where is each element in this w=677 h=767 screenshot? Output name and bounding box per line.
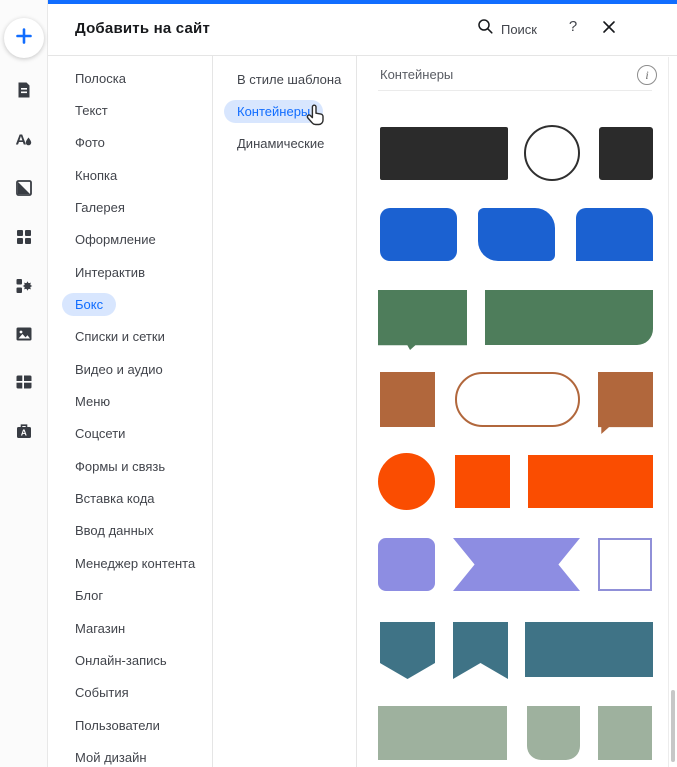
menu-item-списки-и-сетки[interactable]: Списки и сетки xyxy=(48,321,212,353)
menu-item-label: Видео и аудио xyxy=(75,361,163,377)
container-blue-rounded-rectangle[interactable] xyxy=(380,208,457,261)
container-teal-rectangle[interactable] xyxy=(525,622,653,677)
info-icon[interactable]: i xyxy=(637,65,657,85)
add-elements-button[interactable] xyxy=(4,18,44,58)
container-dark-square[interactable] xyxy=(599,127,653,180)
container-orange-circle[interactable] xyxy=(378,453,435,510)
menu-item-галерея[interactable]: Галерея xyxy=(48,191,212,223)
submenu-item-контейнеры[interactable]: Контейнеры xyxy=(213,95,356,127)
container-outline-circle[interactable] xyxy=(524,125,580,181)
menu-item-label: Интерактив xyxy=(75,264,145,280)
container-sage-square[interactable] xyxy=(598,706,652,760)
menu-item-label: Магазин xyxy=(75,620,126,636)
container-sage-rounded-bottom-square[interactable] xyxy=(527,706,580,760)
submenu-item-label: Динамические xyxy=(237,136,325,152)
submenu-item-в-стиле-шаблона[interactable]: В стиле шаблона xyxy=(213,63,356,95)
search-icon xyxy=(477,18,494,40)
container-orange-rectangle[interactable] xyxy=(528,455,653,508)
menu-item-видео-и-аудио[interactable]: Видео и аудио xyxy=(48,353,212,385)
container-dark-rectangle[interactable] xyxy=(380,127,508,180)
menu-item-label: Формы и связь xyxy=(75,458,166,474)
menu-item-мой-дизайн[interactable]: Мой дизайн xyxy=(48,741,212,767)
menu-item-интерактив[interactable]: Интерактив xyxy=(48,256,212,288)
container-purple-outline-square[interactable] xyxy=(598,538,652,591)
container-brown-speech-square[interactable] xyxy=(598,372,653,434)
scrollbar-track xyxy=(668,57,669,767)
container-purple-rounded-square[interactable] xyxy=(378,538,435,591)
menu-item-label: Галерея xyxy=(75,200,125,216)
menu-item-полоска[interactable]: Полоска xyxy=(48,62,212,94)
container-brown-square[interactable] xyxy=(380,372,435,427)
panel-title: Добавить на сайт xyxy=(75,20,211,37)
menu-item-label: Вставка кода xyxy=(75,491,155,507)
container-green-rectangle-rounded-corner[interactable] xyxy=(485,290,653,345)
menu-item-label: Ввод данных xyxy=(75,523,154,539)
menu-item-label: Текст xyxy=(75,103,108,119)
menu-item-оформление[interactable]: Оформление xyxy=(48,224,212,256)
container-sage-rectangle[interactable] xyxy=(378,706,507,760)
media-image-icon[interactable] xyxy=(14,324,34,344)
menu-item-меню[interactable]: Меню xyxy=(48,385,212,417)
menu-item-label: Бокс xyxy=(62,293,117,317)
menu-item-label: Фото xyxy=(75,135,105,151)
media-contrast-icon[interactable] xyxy=(14,178,34,198)
page-document-icon[interactable] xyxy=(14,80,34,100)
menu-item-ввод-данных[interactable]: Ввод данных xyxy=(48,515,212,547)
menu-item-менеджер-контента[interactable]: Менеджер контента xyxy=(48,547,212,579)
submenu-item-label: В стиле шаблона xyxy=(237,71,342,87)
container-green-speech-rectangle[interactable] xyxy=(378,290,467,350)
menu-item-label: Менеджер контента xyxy=(75,555,196,571)
menu-item-пользователи[interactable]: Пользователи xyxy=(48,709,212,741)
category-menu: Полоска Текст Фото Кнопка Галерея Оформление И… xyxy=(48,56,213,767)
search-button[interactable]: Поиск xyxy=(477,18,537,40)
menu-item-label: Соцсети xyxy=(75,426,126,442)
menu-item-события[interactable]: События xyxy=(48,677,212,709)
menu-item-label: События xyxy=(75,685,129,701)
menu-item-текст[interactable]: Текст xyxy=(48,94,212,126)
menu-item-label: Пользователи xyxy=(75,717,160,733)
content-table-icon[interactable] xyxy=(14,372,34,392)
hire-briefcase-icon[interactable]: A xyxy=(14,421,34,441)
panel-top-accent-bar xyxy=(48,0,677,4)
help-button[interactable]: ? xyxy=(563,18,583,35)
submenu-item-динамические[interactable]: Динамические xyxy=(213,128,356,160)
menu-item-кнопка[interactable]: Кнопка xyxy=(48,159,212,191)
menu-item-label: Списки и сетки xyxy=(75,329,165,345)
menu-item-магазин[interactable]: Магазин xyxy=(48,612,212,644)
search-label: Поиск xyxy=(500,21,537,37)
content-heading: Контейнеры xyxy=(380,67,454,82)
menu-item-label: Мой дизайн xyxy=(75,749,147,765)
menu-item-label: Блог xyxy=(75,588,104,604)
svg-text:A: A xyxy=(21,428,27,438)
menu-item-вставка-кода[interactable]: Вставка кода xyxy=(48,482,212,514)
menu-item-label: Онлайн-запись xyxy=(75,652,167,668)
menu-item-соцсети[interactable]: Соцсети xyxy=(48,418,212,450)
submenu-item-label: Контейнеры xyxy=(224,99,324,123)
container-blue-asymmetric-rounded-rectangle[interactable] xyxy=(478,208,555,261)
editor-rail: A A xyxy=(0,0,48,767)
container-brown-outline-pill[interactable] xyxy=(455,372,580,427)
content-divider xyxy=(378,90,652,91)
panel-header: Добавить на сайт Поиск ? xyxy=(48,4,677,56)
app-market-gear-icon[interactable] xyxy=(14,276,34,296)
box-submenu: В стиле шаблона Контейнеры Динамические xyxy=(213,56,357,767)
menu-item-label: Оформление xyxy=(75,232,156,248)
container-orange-square[interactable] xyxy=(455,455,510,508)
menu-item-label: Кнопка xyxy=(75,167,118,183)
menu-item-label: Меню xyxy=(75,394,111,410)
svg-text:A: A xyxy=(16,132,27,149)
menu-item-label: Полоска xyxy=(75,70,126,86)
menu-item-блог[interactable]: Блог xyxy=(48,580,212,612)
menu-item-фото[interactable]: Фото xyxy=(48,127,212,159)
sections-grid-icon[interactable] xyxy=(14,227,34,247)
menu-item-бокс[interactable]: Бокс xyxy=(48,288,212,320)
add-elements-plus-icon xyxy=(14,26,34,51)
site-design-icon[interactable]: A xyxy=(14,129,34,149)
menu-item-формы-и-связь[interactable]: Формы и связь xyxy=(48,450,212,482)
menu-item-онлайн-запись[interactable]: Онлайн-запись xyxy=(48,644,212,676)
close-icon[interactable] xyxy=(599,17,619,37)
scrollbar-thumb[interactable] xyxy=(671,690,675,762)
container-blue-rectangle-rounded-top[interactable] xyxy=(576,208,653,261)
